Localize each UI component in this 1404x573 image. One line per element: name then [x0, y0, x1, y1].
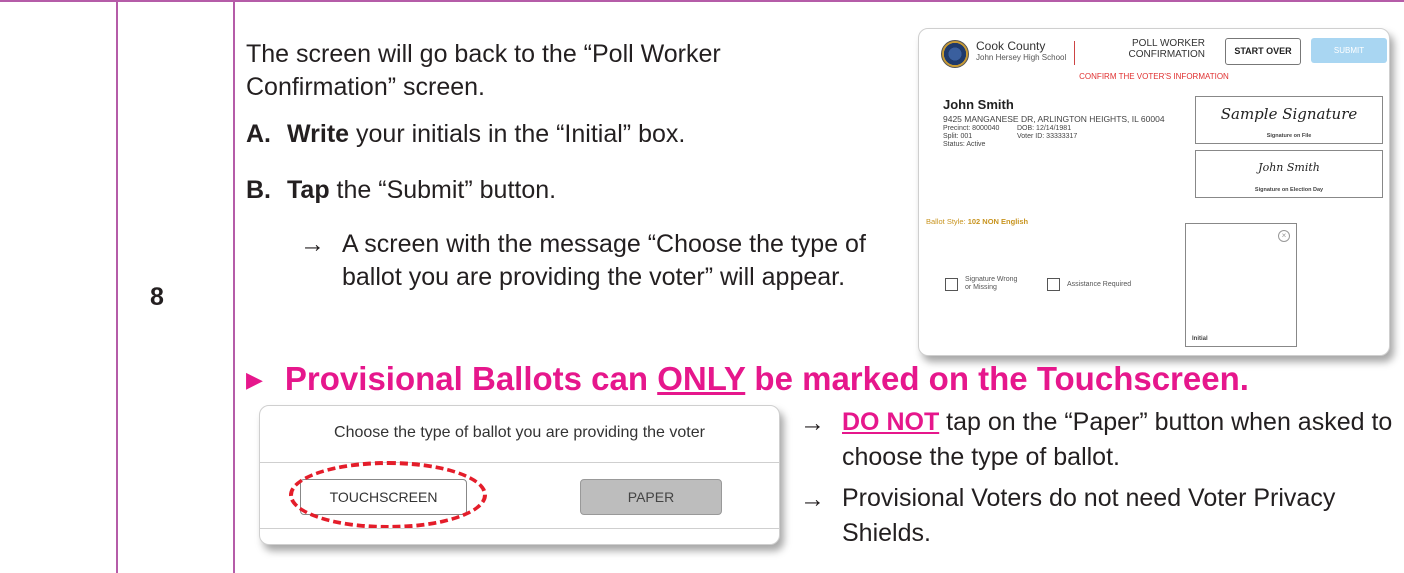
screen-title: POLL WORKER CONFIRMATION	[1119, 38, 1205, 60]
assistance-required-checkbox[interactable]	[1047, 278, 1060, 291]
step-b-text: the “Submit” button.	[329, 176, 557, 204]
header-divider	[1074, 41, 1075, 65]
election-day-signature-box: John Smith Signature on Election Day	[1195, 150, 1383, 198]
highlight-ellipse	[289, 461, 487, 529]
ballot-style: Ballot Style: 102 NON English	[926, 217, 1028, 226]
divider	[260, 528, 779, 529]
voter-details-left: Precinct: 8000040 Split: 001 Status: Act…	[943, 125, 999, 149]
provisional-warning: ▶ Provisional Ballots can ONLY be marked …	[246, 360, 1249, 398]
polling-location: John Hersey High School	[976, 53, 1067, 62]
step-b: B. Tap the “Submit” button.	[246, 174, 556, 207]
signature-wrong-line2: or Missing	[965, 284, 997, 291]
step-a-letter: A.	[246, 120, 271, 148]
signature-wrong-line1: Signature Wrong	[965, 276, 1018, 283]
signature-wrong-checkbox[interactable]	[945, 278, 958, 291]
precinct: Precinct: 8000040	[943, 125, 1000, 132]
warning-text-before: Provisional Ballots can	[284, 360, 658, 397]
step-a-text: your initials in the “Initial” box.	[349, 120, 686, 148]
step-a-verb: Write	[287, 120, 350, 148]
status: Status: Active	[943, 141, 986, 148]
county-seal-icon	[941, 40, 969, 68]
dob: DOB: 12/14/1981	[1017, 125, 1072, 132]
clear-icon[interactable]: ×	[1278, 230, 1290, 242]
arrow-right-icon: →	[800, 485, 825, 513]
sample-signature: Sample Signature	[1220, 105, 1358, 123]
ballot-type-screenshot: Choose the type of ballot you are provid…	[259, 405, 780, 545]
warning-text-after: be marked on the Touchscreen.	[745, 360, 1249, 397]
screen-title-line2: CONFIRMATION	[1128, 49, 1205, 60]
arrow-right-icon: →	[800, 409, 825, 437]
confirm-heading: CONFIRM THE VOTER'S INFORMATION	[1079, 72, 1229, 81]
table-column-divider	[116, 0, 118, 573]
notes: → DO NOT tap on the “Paper” button when …	[800, 405, 1400, 557]
ballot-style-value: 102 NON English	[967, 217, 1029, 226]
note-1-text: DO NOT tap on the “Paper” button when as…	[842, 405, 1400, 475]
do-not-emphasis: DO NOT	[842, 408, 940, 436]
screen-title-line1: POLL WORKER	[1132, 38, 1205, 49]
ballot-type-prompt: Choose the type of ballot you are provid…	[334, 424, 705, 441]
voter-details-right: DOB: 12/14/1981 Voter ID: 33333317	[1017, 125, 1077, 141]
warning-emphasis: ONLY	[657, 360, 746, 397]
intro-text: The screen will go back to the “Poll Wor…	[246, 40, 721, 101]
voter-name: John Smith	[943, 97, 1014, 112]
county-name: Cook County	[976, 39, 1046, 53]
note-privacy-shields: → Provisional Voters do not need Voter P…	[800, 481, 1400, 551]
ballot-style-label: Ballot Style:	[926, 217, 968, 226]
signature-on-file-label: Signature on File	[1266, 133, 1312, 139]
step-b-letter: B.	[246, 176, 271, 204]
voter-address: 9425 MANGANESE DR, ARLINGTON HEIGHTS, IL…	[943, 114, 1165, 124]
step-b-verb: Tap	[287, 176, 330, 204]
step-number: 8	[150, 283, 164, 311]
note-do-not-tap-paper: → DO NOT tap on the “Paper” button when …	[800, 405, 1400, 475]
table-column-divider	[233, 0, 235, 573]
election-day-signature: John Smith	[1258, 161, 1320, 174]
voter-id: Voter ID: 33333317	[1017, 133, 1078, 140]
signature-on-election-day-label: Signature on Election Day	[1254, 187, 1324, 193]
start-over-button[interactable]: START OVER	[1225, 38, 1301, 65]
result-text: A screen with the message “Choose the ty…	[342, 230, 866, 291]
note-2-text: Provisional Voters do not need Voter Pri…	[842, 484, 1336, 547]
divider	[260, 462, 779, 463]
arrow-right-icon: →	[300, 230, 325, 258]
assistance-required-label: Assistance Required	[1067, 281, 1132, 288]
paper-button[interactable]: PAPER	[580, 479, 722, 515]
submit-button[interactable]: SUBMIT	[1311, 38, 1387, 63]
step-a: A. Write your initials in the “Initial” b…	[246, 118, 685, 151]
split: Split: 001	[943, 133, 973, 140]
signature-on-file-box: Sample Signature Signature on File	[1195, 96, 1383, 144]
triangle-bullet-icon: ▶	[246, 367, 263, 392]
initial-box[interactable]: × Initial	[1185, 223, 1297, 347]
poll-worker-confirmation-screenshot: Cook County John Hersey High School POLL…	[918, 28, 1390, 356]
initial-label: Initial	[1192, 336, 1208, 342]
signature-wrong-label: Signature Wrong or Missing	[965, 276, 1017, 292]
table-top-border	[0, 0, 1404, 2]
result-note: → A screen with the message “Choose the …	[300, 228, 880, 294]
